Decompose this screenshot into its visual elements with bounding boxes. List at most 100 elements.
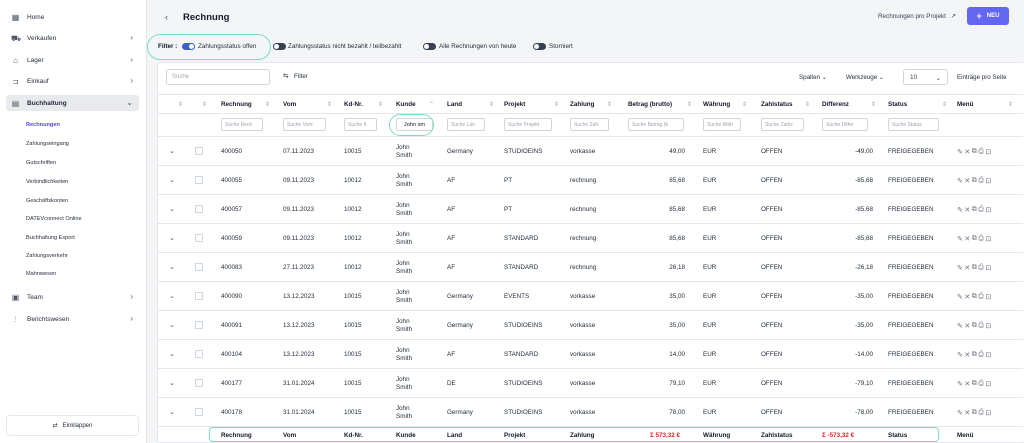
toggle-nicht-bezahlt[interactable]: [273, 43, 286, 50]
row-checkbox[interactable]: [195, 147, 203, 155]
sidebar-subitem-datevconnect[interactable]: DATEVconnect Online: [26, 216, 82, 222]
column-header-zahlung[interactable]: Zahlung: [570, 95, 594, 115]
pdf-icon[interactable]: ⎙: [978, 380, 984, 388]
edit-pencil-icon[interactable]: ✎: [957, 380, 963, 388]
delete-x-icon[interactable]: ✕: [964, 206, 970, 214]
table-row[interactable]: ⌄ 400090 13.12.2023 10015 John Smith Germany E…: [157, 282, 1023, 311]
delete-x-icon[interactable]: ✕: [964, 148, 970, 156]
expand-row-chevron-icon[interactable]: ⌄: [169, 369, 175, 398]
sort-icon[interactable]: ⇕: [942, 95, 947, 115]
filter-input-zahlstatus[interactable]: Suche Zahls: [761, 118, 804, 131]
copy-icon[interactable]: ⧉: [972, 322, 977, 330]
sidebar-subitem-rechnungen[interactable]: Rechnungen: [26, 122, 60, 128]
sidebar-item-buchhaltung[interactable]: ▤ Buchhaltung ⌄: [6, 95, 139, 111]
send-icon[interactable]: ⊡: [985, 264, 991, 272]
copy-icon[interactable]: ⧉: [972, 293, 977, 301]
sidebar-subitem-zahlungseingang[interactable]: Zahlungseingang: [26, 141, 69, 147]
filter-input-rechnung[interactable]: Suche Rech: [221, 118, 263, 131]
sidebar-subitem-verbindlichkeiten[interactable]: Verbindlichkeiten: [26, 179, 68, 185]
sidebar-subitem-geschaeftskonten[interactable]: Geschäftskonten: [26, 198, 68, 204]
table-row[interactable]: ⌄ 400059 09.11.2023 10012 John Smith AF STANDA…: [157, 224, 1023, 253]
edit-pencil-icon[interactable]: ✎: [957, 409, 963, 417]
pdf-icon[interactable]: ⎙: [978, 409, 984, 417]
invoices-per-project-link[interactable]: Rechnungen pro Projekt ↗: [878, 13, 956, 20]
expand-row-chevron-icon[interactable]: ⌄: [169, 282, 175, 311]
row-checkbox[interactable]: [195, 205, 203, 213]
new-invoice-button[interactable]: + NEU: [967, 7, 1009, 25]
pdf-icon[interactable]: ⎙: [978, 293, 984, 301]
sort-asc-icon[interactable]: ⌃: [429, 95, 434, 115]
expand-row-chevron-icon[interactable]: ⌄: [169, 340, 175, 369]
sort-icon[interactable]: ⇕: [1008, 95, 1013, 115]
column-header-land[interactable]: Land: [447, 95, 462, 115]
table-row[interactable]: ⌄ 400083 27.11.2023 10012 John Smith AF STANDA…: [157, 253, 1023, 282]
column-header-vom[interactable]: Vom: [283, 95, 296, 115]
row-checkbox[interactable]: [195, 292, 203, 300]
pdf-icon[interactable]: ⎙: [978, 322, 984, 330]
toggle-zahlungsstatus-offen[interactable]: [182, 43, 195, 50]
sidebar-item-team[interactable]: ▣ Team ›: [6, 289, 139, 305]
filter-input-differenz[interactable]: Suche Differ: [822, 118, 868, 131]
copy-icon[interactable]: ⧉: [972, 264, 977, 272]
sidebar-item-berichtswesen[interactable]: ⫶ Berichtswesen ›: [6, 311, 139, 327]
send-icon[interactable]: ⊡: [985, 322, 991, 330]
expand-row-chevron-icon[interactable]: ⌄: [169, 195, 175, 224]
filter-input-status[interactable]: Suche Status: [888, 118, 939, 131]
sidebar-subitem-mahnwesen[interactable]: Mahnwesen: [26, 271, 56, 277]
filter-input-kunde[interactable]: John sm: [396, 118, 433, 131]
pdf-icon[interactable]: ⎙: [978, 177, 984, 185]
sort-icon[interactable]: ⇕: [489, 95, 494, 115]
toggle-rechnungen-heute[interactable]: [423, 43, 436, 50]
table-row[interactable]: ⌄ 400091 13.12.2023 10015 John Smith Germany S…: [157, 311, 1023, 340]
filter-input-projekt[interactable]: Suche Projekt: [504, 118, 552, 131]
sort-icon[interactable]: ⇕: [805, 95, 810, 115]
sidebar-item-verkaufen[interactable]: ⛟ Verkaufen ›: [6, 30, 139, 46]
column-header-status[interactable]: Status: [888, 95, 907, 115]
filter-input-kdnr[interactable]: Suche K: [344, 118, 377, 131]
column-header-betrag[interactable]: Betrag (brutto): [628, 95, 672, 115]
copy-icon[interactable]: ⧉: [972, 235, 977, 243]
pdf-icon[interactable]: ⎙: [978, 264, 984, 272]
sort-icon[interactable]: ⇕: [265, 95, 270, 115]
sidebar-item-einkauf[interactable]: ⊐ Einkauf ›: [6, 73, 139, 89]
expand-row-chevron-icon[interactable]: ⌄: [169, 311, 175, 340]
sort-icon[interactable]: ⇕: [554, 95, 559, 115]
expand-row-chevron-icon[interactable]: ⌄: [169, 224, 175, 253]
send-icon[interactable]: ⊡: [985, 409, 991, 417]
sort-icon[interactable]: ⇕: [327, 95, 332, 115]
send-icon[interactable]: ⊡: [985, 351, 991, 359]
page-size-select[interactable]: 10 ⌄: [903, 69, 948, 85]
sidebar-subitem-zahlungsverkehr[interactable]: Zahlungsverkehr: [26, 253, 68, 259]
tools-dropdown[interactable]: Werkzeuge ⌄: [846, 74, 884, 81]
copy-icon[interactable]: ⧉: [972, 206, 977, 214]
copy-icon[interactable]: ⧉: [972, 351, 977, 359]
pdf-icon[interactable]: ⎙: [978, 206, 984, 214]
delete-x-icon[interactable]: ✕: [964, 235, 970, 243]
delete-x-icon[interactable]: ✕: [964, 177, 970, 185]
table-row[interactable]: ⌄ 400177 31.01.2024 10015 John Smith DE STUDIO…: [157, 369, 1023, 398]
table-row[interactable]: ⌄ 400055 09.11.2023 10012 John Smith AF PT rech…: [157, 166, 1023, 195]
column-header-projekt[interactable]: Projekt: [504, 95, 525, 115]
row-checkbox[interactable]: [195, 263, 203, 271]
column-header-kunde[interactable]: Kunde: [396, 95, 416, 115]
collapse-sidebar-button[interactable]: ⇄ Einklappen: [6, 415, 139, 436]
search-input[interactable]: Suche: [166, 69, 270, 85]
column-header-differenz[interactable]: Differenz: [822, 95, 849, 115]
pdf-icon[interactable]: ⎙: [978, 351, 984, 359]
edit-pencil-icon[interactable]: ✎: [957, 293, 963, 301]
sort-icon[interactable]: ⇕: [378, 95, 383, 115]
delete-x-icon[interactable]: ✕: [964, 293, 970, 301]
delete-x-icon[interactable]: ✕: [964, 322, 970, 330]
row-checkbox[interactable]: [195, 379, 203, 387]
row-checkbox[interactable]: [195, 234, 203, 242]
expand-row-chevron-icon[interactable]: ⌄: [169, 166, 175, 195]
row-checkbox[interactable]: [195, 408, 203, 416]
sort-icon[interactable]: ⇕: [871, 95, 876, 115]
pdf-icon[interactable]: ⎙: [978, 148, 984, 156]
edit-pencil-icon[interactable]: ✎: [957, 351, 963, 359]
expand-row-chevron-icon[interactable]: ⌄: [169, 137, 175, 166]
expand-row-chevron-icon[interactable]: ⌄: [169, 253, 175, 282]
filter-input-land[interactable]: Suche Lan: [447, 118, 485, 131]
sidebar-subitem-gutschriften[interactable]: Gutschriften: [26, 160, 56, 166]
edit-pencil-icon[interactable]: ✎: [957, 177, 963, 185]
